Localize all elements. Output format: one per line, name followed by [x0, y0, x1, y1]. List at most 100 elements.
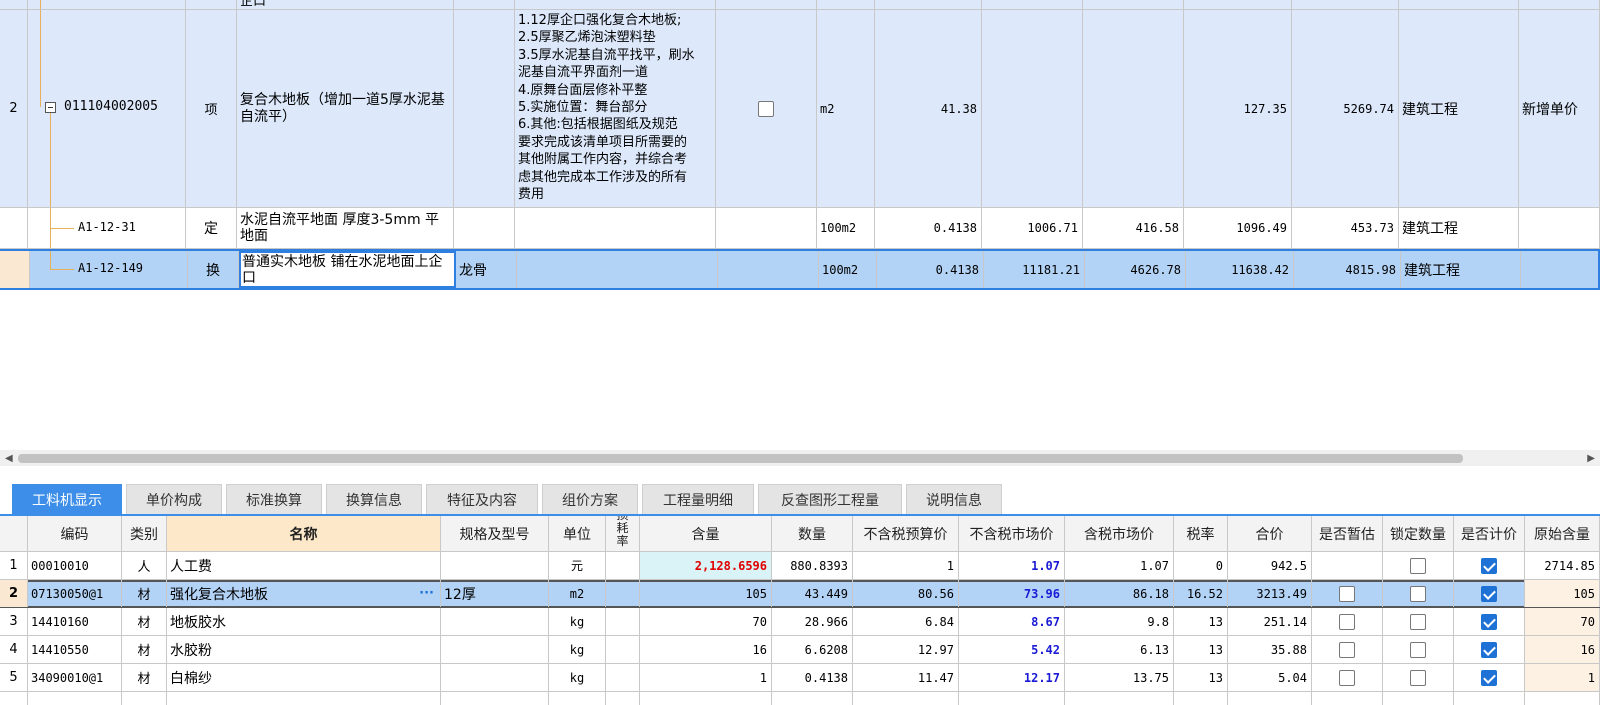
- priced-checkbox-cell[interactable]: [1454, 580, 1525, 607]
- material-row[interactable]: 1 00010010 人 人工费 元 2,128.6596 880.8393 1 1.07 1.0…: [0, 552, 1600, 580]
- material-row[interactable]: 5 34090010@1 材 白棉纱 kg 1 0.4138 11.47 12.17 13.75 1…: [0, 664, 1600, 692]
- lock-qty-checkbox-cell[interactable]: [1383, 608, 1454, 635]
- tab-quantity-detail[interactable]: 工程量明细: [642, 484, 754, 514]
- header-tax-rate[interactable]: 税率: [1174, 516, 1228, 551]
- header-unit[interactable]: 单位: [549, 516, 606, 551]
- provisional-checkbox-cell[interactable]: [1312, 580, 1383, 607]
- market-price-cell[interactable]: 73.96: [959, 580, 1065, 607]
- item-type: 项: [204, 103, 218, 118]
- provisional-checkbox-cell[interactable]: [1312, 552, 1383, 579]
- header-quantity[interactable]: 数量: [772, 516, 853, 551]
- tab-features-content[interactable]: 特征及内容: [426, 484, 538, 514]
- provisional-checkbox-cell[interactable]: [1312, 636, 1383, 663]
- provisional-checkbox[interactable]: [1339, 641, 1355, 658]
- name-cell-editing[interactable]: 普通实木地板 铺在水泥地面上企口: [239, 251, 456, 288]
- material-content-cell[interactable]: 105: [640, 580, 772, 607]
- orig-content-cell: 105: [1525, 580, 1600, 607]
- header-lock-qty[interactable]: 锁定数量: [1383, 516, 1454, 551]
- remark-cell: [1519, 0, 1600, 9]
- lock-qty-checkbox[interactable]: [1410, 613, 1426, 630]
- material-unit: kg: [569, 642, 585, 657]
- lock-qty-checkbox[interactable]: [1410, 585, 1426, 602]
- header-orig-content[interactable]: 原始含量: [1525, 516, 1600, 551]
- lock-qty-checkbox-cell[interactable]: [1383, 580, 1454, 607]
- lock-qty-checkbox-cell[interactable]: [1383, 664, 1454, 691]
- header-code[interactable]: 编码: [28, 516, 122, 551]
- material-name-cell[interactable]: 强化复合木地板 ···: [167, 580, 441, 607]
- feature-line: 2.5厚聚乙烯泡沫塑料垫: [518, 30, 656, 46]
- lock-qty-checkbox-cell[interactable]: [1383, 552, 1454, 579]
- priced-checkbox[interactable]: [1481, 557, 1497, 574]
- provisional-checkbox-cell[interactable]: [1312, 664, 1383, 691]
- material-name-cell[interactable]: 水胶粉: [167, 636, 441, 663]
- header-priced[interactable]: 是否计价: [1454, 516, 1525, 551]
- material-content-cell[interactable]: 70: [640, 608, 772, 635]
- header-market-price[interactable]: 不含税市场价: [959, 516, 1065, 551]
- header-total[interactable]: 合价: [1228, 516, 1312, 551]
- feature-cell[interactable]: 1.12厚企口强化复合木地板; 2.5厚聚乙烯泡沫塑料垫 3.5厚水泥基自流平找…: [515, 10, 716, 207]
- material-name-cell[interactable]: 白棉纱: [167, 664, 441, 691]
- provisional-checkbox[interactable]: [1339, 613, 1355, 630]
- scroll-right-icon[interactable]: ▶: [1587, 453, 1595, 464]
- lock-qty-checkbox[interactable]: [1410, 641, 1426, 658]
- tab-standard-conversion[interactable]: 标准换算: [226, 484, 322, 514]
- material-row[interactable]: 3 14410160 材 地板胶水 kg 70 28.966 6.84 8.67 9.8 13 251…: [0, 608, 1600, 636]
- orig-content-cell: 2714.85: [1525, 552, 1600, 579]
- provisional-checkbox[interactable]: [1339, 669, 1355, 686]
- provisional-checkbox-cell[interactable]: [1312, 608, 1383, 635]
- name-cell[interactable]: 复合木地板（增加一道5厚水泥基自流平）: [237, 10, 454, 207]
- market-price-cell[interactable]: 8.67: [959, 608, 1065, 635]
- material-content-cell[interactable]: 16: [640, 636, 772, 663]
- material-name-cell[interactable]: 人工费: [167, 552, 441, 579]
- grid-row-partial[interactable]: 企口: [0, 0, 1600, 10]
- lock-qty-checkbox[interactable]: [1410, 669, 1426, 686]
- market-price-cell[interactable]: 12.17: [959, 664, 1065, 691]
- collapse-icon[interactable]: [45, 102, 56, 113]
- material-row-partial[interactable]: [0, 692, 1600, 705]
- scroll-left-icon[interactable]: ◀: [5, 453, 13, 464]
- item-checkbox[interactable]: [758, 100, 774, 117]
- lock-qty-checkbox[interactable]: [1410, 557, 1426, 574]
- tab-material-display[interactable]: 工料机显示: [12, 484, 122, 514]
- material-row-selected[interactable]: 2 07130050@1 材 强化复合木地板 ··· 12厚 m2 105 43.449 80.5…: [0, 580, 1600, 608]
- priced-checkbox-cell[interactable]: [1454, 636, 1525, 663]
- tab-price-composition[interactable]: 单价构成: [126, 484, 222, 514]
- horizontal-scrollbar[interactable]: ◀ ▶: [0, 450, 1600, 466]
- material-qty: 880.8393: [790, 558, 848, 573]
- tab-description[interactable]: 说明信息: [906, 484, 1002, 514]
- material-content-cell[interactable]: 2,128.6596: [640, 552, 772, 579]
- grid-row-quota-selected[interactable]: A1-12-149 换 普通实木地板 铺在水泥地面上企口 龙骨 100m2 0.…: [0, 249, 1600, 290]
- priced-checkbox[interactable]: [1481, 641, 1497, 658]
- priced-checkbox[interactable]: [1481, 613, 1497, 630]
- market-price-cell[interactable]: 5.42: [959, 636, 1065, 663]
- tab-pricing-plan[interactable]: 组价方案: [542, 484, 638, 514]
- material-name-cell[interactable]: 地板胶水: [167, 608, 441, 635]
- material-row[interactable]: 4 14410550 材 水胶粉 kg 16 6.6208 12.97 5.42 6.13 13 35…: [0, 636, 1600, 664]
- provisional-checkbox[interactable]: [1339, 585, 1355, 602]
- more-options-icon[interactable]: ···: [419, 586, 434, 601]
- header-category[interactable]: 类别: [122, 516, 167, 551]
- material-unit-cell: 元: [549, 552, 606, 579]
- tab-conversion-info[interactable]: 换算信息: [326, 484, 422, 514]
- priced-checkbox[interactable]: [1481, 669, 1497, 686]
- market-price-cell[interactable]: 1.07: [959, 552, 1065, 579]
- header-content[interactable]: 含量: [640, 516, 772, 551]
- priced-checkbox-cell[interactable]: [1454, 552, 1525, 579]
- header-provisional[interactable]: 是否暂估: [1312, 516, 1383, 551]
- name-cell[interactable]: 水泥自流平地面 厚度3-5mm 平地面: [237, 208, 454, 248]
- priced-checkbox-cell[interactable]: [1454, 664, 1525, 691]
- header-market-price-tax[interactable]: 含税市场价: [1065, 516, 1174, 551]
- header-name[interactable]: 名称: [167, 516, 441, 551]
- scrollbar-thumb[interactable]: [18, 454, 1463, 463]
- tab-reverse-lookup[interactable]: 反查图形工程量: [758, 484, 902, 514]
- priced-checkbox[interactable]: [1481, 585, 1497, 602]
- header-spec[interactable]: 规格及型号: [441, 516, 549, 551]
- lock-qty-checkbox-cell[interactable]: [1383, 636, 1454, 663]
- priced-checkbox-cell[interactable]: [1454, 608, 1525, 635]
- material-content-cell[interactable]: 1: [640, 664, 772, 691]
- feature-line: 虑其他完成本工作涉及的所有: [518, 169, 688, 185]
- grid-row-item[interactable]: 2 011104002005 项 复合木地板（增加一道5厚水泥基自流平） 1.1…: [0, 10, 1600, 208]
- grid-row-quota[interactable]: A1-12-31 定 水泥自流平地面 厚度3-5mm 平地面 100m2 0.4…: [0, 208, 1600, 249]
- header-budget-price[interactable]: 不含税预算价: [853, 516, 959, 551]
- header-loss-rate[interactable]: 损耗率: [606, 516, 640, 551]
